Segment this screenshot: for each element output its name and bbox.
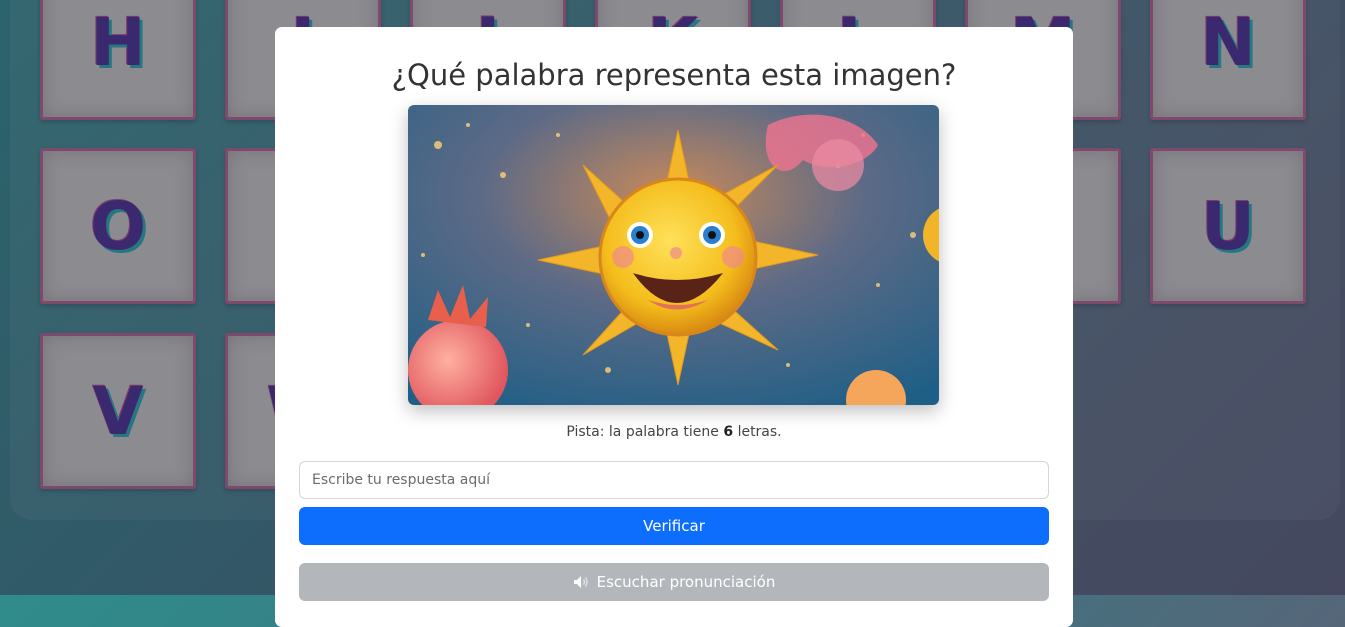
verify-button[interactable]: Verificar: [299, 507, 1049, 545]
quiz-image: [408, 105, 939, 405]
hint-prefix: Pista: la palabra tiene: [566, 424, 719, 440]
speaker-icon: [573, 576, 588, 588]
quiz-modal: ¿Qué palabra representa esta imagen? Pis…: [275, 27, 1073, 627]
answer-input[interactable]: [299, 461, 1049, 499]
modal-title: ¿Qué palabra representa esta imagen?: [391, 58, 957, 92]
listen-pronunciation-label: Escuchar pronunciación: [596, 573, 776, 591]
hint-text: Pista: la palabra tiene 6 letras.: [275, 424, 1073, 440]
smiling-sun-illustration: [408, 105, 939, 405]
hint-suffix: letras.: [737, 424, 782, 440]
listen-pronunciation-button[interactable]: Escuchar pronunciación: [299, 563, 1049, 601]
hint-letter-count: 6: [723, 424, 734, 440]
